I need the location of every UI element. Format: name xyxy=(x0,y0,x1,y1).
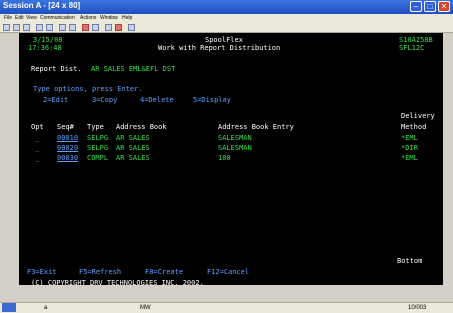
fkey-refresh[interactable]: F5=Refresh xyxy=(79,268,121,276)
receive-icon[interactable] xyxy=(46,24,53,31)
stop-icon[interactable] xyxy=(115,24,122,31)
title-bar: Session A - [24 x 80] – □ ✕ xyxy=(0,0,453,14)
report-dist-label: Report Dist. xyxy=(31,65,82,73)
session-indicator: a xyxy=(44,305,48,311)
menu-help[interactable]: Help xyxy=(122,14,132,23)
col-delivery: Delivery xyxy=(401,112,435,120)
col-method: Method xyxy=(401,123,427,131)
play-icon[interactable] xyxy=(92,24,99,31)
status-bar: a MW 10/003 xyxy=(0,302,453,313)
row-method: *EML xyxy=(401,134,418,142)
report-dist-value: AR SALES EML&EFL DST xyxy=(91,65,176,73)
col-address-book: Address Book xyxy=(116,123,167,131)
record-icon[interactable] xyxy=(82,24,89,31)
row-method: *DIR xyxy=(401,144,418,152)
col-opt: Opt xyxy=(31,123,44,131)
app-name: SpoolFlex xyxy=(205,36,243,44)
keyboard-icon[interactable] xyxy=(69,24,76,31)
position-indicator: Bottom xyxy=(397,257,423,265)
row-opt-input[interactable]: _ xyxy=(35,134,39,142)
col-seq: Seq# xyxy=(57,123,74,131)
row-entry: SALESMAN xyxy=(218,134,252,142)
row-seq: 00010 xyxy=(57,134,79,142)
print-icon[interactable] xyxy=(3,24,10,31)
screen-date: 3/15/08 xyxy=(33,36,63,44)
program-id: SFL12C xyxy=(399,44,425,52)
row-opt-input[interactable]: _ xyxy=(35,154,39,162)
fkey-exit[interactable]: F3=Exit xyxy=(27,268,57,276)
menu-edit[interactable]: Edit xyxy=(15,14,24,23)
col-type: Type xyxy=(87,123,104,131)
row-book: AR SALES xyxy=(116,154,150,162)
copyright: (C) COPYRIGHT DRV TECHNOLOGIES INC. 2002… xyxy=(31,279,204,287)
close-button[interactable]: ✕ xyxy=(438,1,450,12)
menu-actions[interactable]: Actions xyxy=(80,14,96,23)
row-seq: 00020 xyxy=(57,144,79,152)
screen-heading: Work with Report Distribution xyxy=(158,44,281,52)
instructions: Type options, press Enter. xyxy=(33,85,143,93)
window-title: Session A - [24 x 80] xyxy=(3,1,81,10)
option-display: 5=Display xyxy=(193,96,231,104)
row-type: SELPG xyxy=(87,134,109,142)
option-delete: 4=Delete xyxy=(140,96,174,104)
copy-icon[interactable] xyxy=(13,24,20,31)
fkey-cancel[interactable]: F12=Cancel xyxy=(207,268,249,276)
macro-icon[interactable] xyxy=(105,24,112,31)
row-type: SELPG xyxy=(87,144,109,152)
screen-time: 17:36:48 xyxy=(28,44,62,52)
session-icon xyxy=(2,303,16,312)
display-icon[interactable] xyxy=(59,24,66,31)
option-edit: 2=Edit xyxy=(43,96,69,104)
terminal-screen[interactable]: 3/15/08 17:36:48 SpoolFlex Work with Rep… xyxy=(19,33,443,287)
row-seq: 00030 xyxy=(57,154,79,162)
row-type: COMPL xyxy=(87,154,109,162)
send-icon[interactable] xyxy=(36,24,43,31)
help-icon[interactable] xyxy=(128,24,135,31)
paste-icon[interactable] xyxy=(23,24,30,31)
mode-indicator: MW xyxy=(140,305,151,311)
menu-communication[interactable]: Communication xyxy=(40,14,75,23)
row-opt-input[interactable]: _ xyxy=(35,144,39,152)
menu-view[interactable]: View xyxy=(26,14,37,23)
row-book: AR SALES xyxy=(116,144,150,152)
menu-window[interactable]: Window xyxy=(100,14,118,23)
row-book: AR SALES xyxy=(116,134,150,142)
row-entry: 100 xyxy=(218,154,231,162)
row-method: *EML xyxy=(401,154,418,162)
minimize-button[interactable]: – xyxy=(410,1,422,12)
cursor-position: 10/003 xyxy=(408,305,427,311)
fkey-create[interactable]: F8=Create xyxy=(145,268,183,276)
col-address-book-entry: Address Book Entry xyxy=(218,123,294,131)
toolbar xyxy=(0,23,453,33)
system-id: S10A258B xyxy=(399,36,433,44)
maximize-button[interactable]: □ xyxy=(424,1,436,12)
menu-file[interactable]: File xyxy=(4,14,12,23)
row-entry: SALESMAN xyxy=(218,144,252,152)
menu-bar: File Edit View Communication Actions Win… xyxy=(0,14,453,23)
option-copy: 3=Copy xyxy=(92,96,118,104)
